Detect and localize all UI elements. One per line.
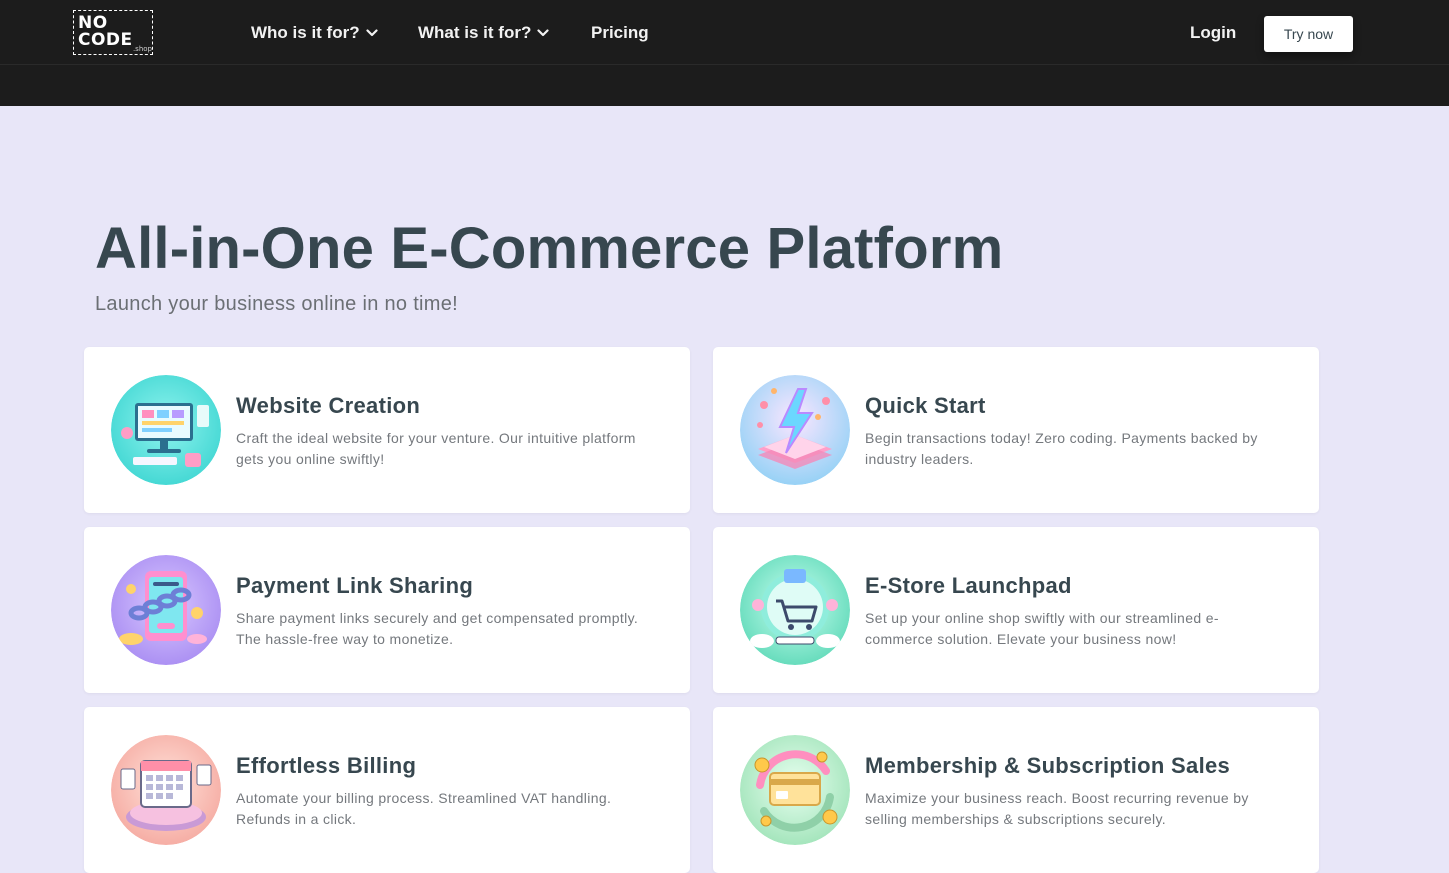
nav-divider: [0, 64, 1449, 65]
logo-line-code: CODE: [78, 30, 133, 50]
chevron-down-icon: [365, 29, 378, 37]
lightning-illustration-icon: [740, 375, 850, 485]
feature-description: Maximize your business reach. Boost recu…: [865, 790, 1249, 827]
try-now-button[interactable]: Try now: [1264, 16, 1353, 52]
feature-title: Effortless Billing: [236, 753, 417, 778]
nav-pricing-label: Pricing: [591, 23, 649, 42]
feature-title: Payment Link Sharing: [236, 573, 474, 598]
feature-description: Automate your billing process. Streamlin…: [236, 790, 612, 827]
payment-link-illustration-icon: [111, 555, 221, 665]
nocode-logo[interactable]: NO CODE .shop: [73, 10, 153, 55]
login-label: Login: [1190, 23, 1237, 42]
feature-title: Membership & Subscription Sales: [865, 753, 1231, 778]
nav-what-label: What is it for?: [418, 23, 532, 42]
logo-suffix: .shop: [132, 45, 152, 53]
chevron-down-icon: [537, 29, 549, 37]
feature-description: Craft the ideal website for your venture…: [236, 430, 636, 467]
feature-card-website-creation[interactable]: Website Creation Craft the ideal website…: [84, 347, 690, 513]
nav-who-label: Who is it for?: [251, 23, 360, 42]
calendar-billing-illustration-icon: [111, 735, 221, 845]
feature-card-payment-link-sharing[interactable]: Payment Link Sharing Share payment links…: [84, 527, 690, 693]
feature-card-membership-subscription-sales[interactable]: Membership & Subscription Sales Maximize…: [713, 707, 1319, 873]
feature-card-e-store-launchpad[interactable]: E-Store Launchpad Set up your online sho…: [713, 527, 1319, 693]
shopping-cart-illustration-icon: [740, 555, 850, 665]
login-link[interactable]: Login: [1190, 21, 1236, 45]
nav-who-is-it-for[interactable]: Who is it for?: [251, 21, 378, 45]
hero-subtitle: Launch your business online in no time!: [95, 293, 459, 315]
feature-title: Quick Start: [865, 393, 986, 418]
hero-title: All-in-One E-Commerce Platform: [95, 216, 1004, 281]
feature-title: Website Creation: [236, 393, 421, 418]
feature-card-effortless-billing[interactable]: Effortless Billing Automate your billing…: [84, 707, 690, 873]
feature-description: Set up your online shop swiftly with our…: [865, 610, 1219, 647]
top-navigation-bar: NO CODE .shop Who is it for? What is it …: [0, 0, 1449, 106]
feature-description: Begin transactions today! Zero coding. P…: [865, 430, 1258, 467]
feature-card-quick-start[interactable]: Quick Start Begin transactions today! Ze…: [713, 347, 1319, 513]
nav-what-is-it-for[interactable]: What is it for?: [418, 21, 549, 45]
website-illustration-icon: [111, 375, 221, 485]
feature-description: Share payment links securely and get com…: [236, 610, 639, 647]
nav-pricing[interactable]: Pricing: [591, 21, 649, 45]
membership-card-illustration-icon: [740, 735, 850, 845]
feature-title: E-Store Launchpad: [865, 573, 1072, 598]
